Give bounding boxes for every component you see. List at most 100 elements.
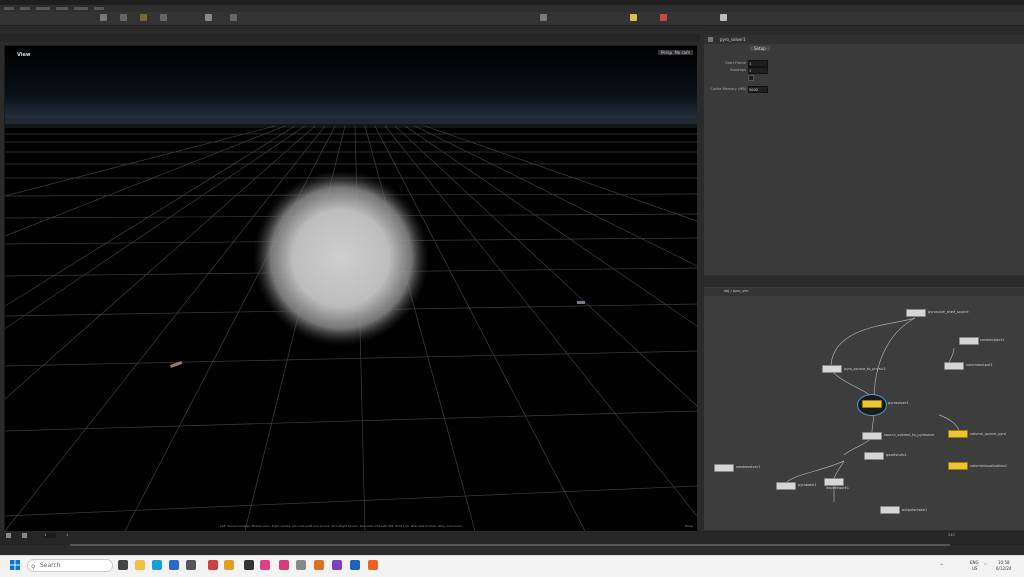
playbar: 1 240 1 bbox=[0, 531, 1024, 545]
cache-memory-field[interactable]: 5000 bbox=[748, 86, 768, 93]
camera-gizmo-icon bbox=[577, 301, 585, 304]
node-label: pyrosolver1 bbox=[888, 401, 909, 405]
task-view-icon[interactable] bbox=[118, 560, 128, 570]
current-frame-field[interactable]: 1 bbox=[44, 533, 56, 538]
start-frame-field[interactable]: 1 bbox=[748, 60, 768, 67]
viewport-tab-strip[interactable] bbox=[0, 26, 700, 34]
render-icon[interactable] bbox=[230, 14, 237, 21]
network-editor[interactable]: obj / pyro_sim pyrosolve_shelf_source py… bbox=[704, 280, 1024, 530]
parameter-pane: pyro_solver1 Setup Start Frame 1 Substep… bbox=[704, 35, 1024, 275]
node-label: volumeoutput1 bbox=[966, 363, 993, 367]
search-placeholder: Search bbox=[40, 562, 61, 569]
viewport-path-bar[interactable] bbox=[0, 34, 700, 42]
node-source-volume-to-pyrosolve[interactable] bbox=[862, 432, 882, 440]
windows-start-icon[interactable] bbox=[10, 560, 20, 570]
app-pink-icon[interactable] bbox=[260, 560, 270, 570]
node-label: volumevisualization1 bbox=[970, 464, 1008, 468]
search-icon: ⚲ bbox=[31, 564, 36, 571]
menu-item-windows[interactable] bbox=[74, 7, 88, 10]
rotate-icon[interactable] bbox=[140, 14, 147, 21]
node-label: pyrosolve_shelf_source bbox=[928, 310, 969, 314]
node-smokeobject1[interactable] bbox=[959, 337, 979, 345]
smoke-sphere bbox=[253, 170, 429, 346]
shelf-toolbar bbox=[0, 12, 1024, 26]
node-smokesolver1[interactable] bbox=[714, 464, 734, 472]
node-label: dopnetwork1 bbox=[826, 486, 850, 490]
node-label: smokesolver1 bbox=[736, 465, 761, 469]
clock-time[interactable]: 10:58 bbox=[998, 560, 1010, 565]
viewport-label: View bbox=[17, 52, 31, 58]
menu-item-help[interactable] bbox=[94, 7, 104, 10]
smoke-shelf-icon[interactable] bbox=[540, 14, 547, 21]
tray-chevron-icon[interactable]: ^ bbox=[940, 563, 943, 568]
viewport-persp-label: Persp bbox=[684, 524, 693, 528]
node-volumeoutput1[interactable] bbox=[944, 362, 964, 370]
mail-icon[interactable] bbox=[169, 560, 179, 570]
houdini-icon[interactable] bbox=[368, 560, 378, 570]
display-menu-button[interactable]: No cam bbox=[671, 50, 693, 55]
scale-icon[interactable] bbox=[160, 14, 167, 21]
node-dopnetwork1[interactable] bbox=[824, 478, 844, 486]
param-node-name[interactable]: pyro_solver1 bbox=[720, 37, 746, 42]
region-indicator: US bbox=[972, 566, 978, 571]
start-frame-display: 1 bbox=[66, 533, 69, 537]
fire-shelf-icon[interactable] bbox=[630, 14, 637, 21]
sparks-shelf-icon[interactable] bbox=[720, 14, 727, 21]
node-pyrosolve-shelf-source[interactable] bbox=[906, 309, 926, 317]
scene-viewport[interactable]: View Persp No cam Left mouse tumbles. Mi… bbox=[4, 45, 698, 532]
app-blue-icon[interactable] bbox=[350, 560, 360, 570]
play-icon[interactable] bbox=[205, 14, 212, 21]
cache-memory-label: Cache Memory (MB) bbox=[710, 87, 747, 91]
viewport-scene bbox=[5, 46, 697, 531]
node-outputsmoke1[interactable] bbox=[880, 506, 900, 514]
param-header: pyro_solver1 bbox=[704, 35, 1024, 44]
create-icon[interactable] bbox=[100, 14, 107, 21]
system-tray[interactable]: ^ ENG US ◠ 10:58 6/12/24 bbox=[940, 558, 1024, 574]
node-label: outputsmoke1 bbox=[902, 508, 928, 512]
tab-setup[interactable]: Setup bbox=[750, 46, 770, 51]
node-label: volume_source_pyro bbox=[970, 432, 1006, 436]
language-indicator[interactable]: ENG bbox=[970, 560, 979, 565]
app-dark-icon[interactable] bbox=[244, 560, 254, 570]
substeps-label: Substeps bbox=[729, 68, 746, 72]
cache-simulation-checkbox[interactable] bbox=[748, 75, 754, 81]
display-options-toolbar[interactable] bbox=[697, 45, 703, 530]
node-pyro-source-to-physic2[interactable] bbox=[822, 365, 842, 373]
file-explorer-icon[interactable] bbox=[135, 560, 145, 570]
photos-icon[interactable] bbox=[186, 560, 196, 570]
node-type-icon bbox=[708, 37, 713, 42]
wifi-icon[interactable]: ◠ bbox=[984, 562, 988, 567]
node-pyrosolver1-selected[interactable] bbox=[857, 394, 887, 416]
node-label: gasdisturb1 bbox=[886, 453, 907, 457]
app-orange-icon[interactable] bbox=[314, 560, 324, 570]
app-red-icon[interactable] bbox=[208, 560, 218, 570]
menu-item-render[interactable] bbox=[36, 7, 50, 10]
node-label: smokeobject1 bbox=[980, 338, 1005, 342]
horizon-gradient bbox=[5, 46, 697, 124]
node-pyrobake1[interactable] bbox=[776, 482, 796, 490]
viewport-status-text: Left mouse tumbles. Middle pans. Right d… bbox=[220, 524, 463, 528]
pyro-shelf-icon[interactable] bbox=[660, 14, 667, 21]
play-forward-icon[interactable] bbox=[22, 533, 27, 538]
timeline-slider[interactable] bbox=[70, 544, 950, 546]
move-icon[interactable] bbox=[120, 14, 127, 21]
node-volume-source-pyro[interactable] bbox=[948, 430, 968, 438]
menu-item-assets[interactable] bbox=[56, 7, 68, 10]
app-purple-icon[interactable] bbox=[332, 560, 342, 570]
node-gasdisturb1[interactable] bbox=[864, 452, 884, 460]
app-gray-icon[interactable] bbox=[296, 560, 306, 570]
substeps-field[interactable]: 1 bbox=[748, 67, 768, 74]
end-frame-label[interactable]: 240 bbox=[948, 533, 955, 537]
app-pink2-icon[interactable] bbox=[279, 560, 289, 570]
edge-browser-icon[interactable] bbox=[152, 560, 162, 570]
start-frame-label: Start Frame bbox=[725, 61, 746, 65]
taskbar-search-box[interactable]: ⚲ Search bbox=[27, 559, 113, 572]
menu-item-edit[interactable] bbox=[20, 7, 30, 10]
node-label: pyro_source_to_physic2 bbox=[844, 367, 886, 371]
node-volumevisualization1[interactable] bbox=[948, 462, 968, 470]
play-back-icon[interactable] bbox=[6, 533, 11, 538]
node-label: pyrobake1 bbox=[798, 483, 817, 487]
clock-date[interactable]: 6/12/24 bbox=[996, 566, 1011, 571]
menu-item-file[interactable] bbox=[4, 7, 14, 10]
chrome-icon[interactable] bbox=[224, 560, 234, 570]
